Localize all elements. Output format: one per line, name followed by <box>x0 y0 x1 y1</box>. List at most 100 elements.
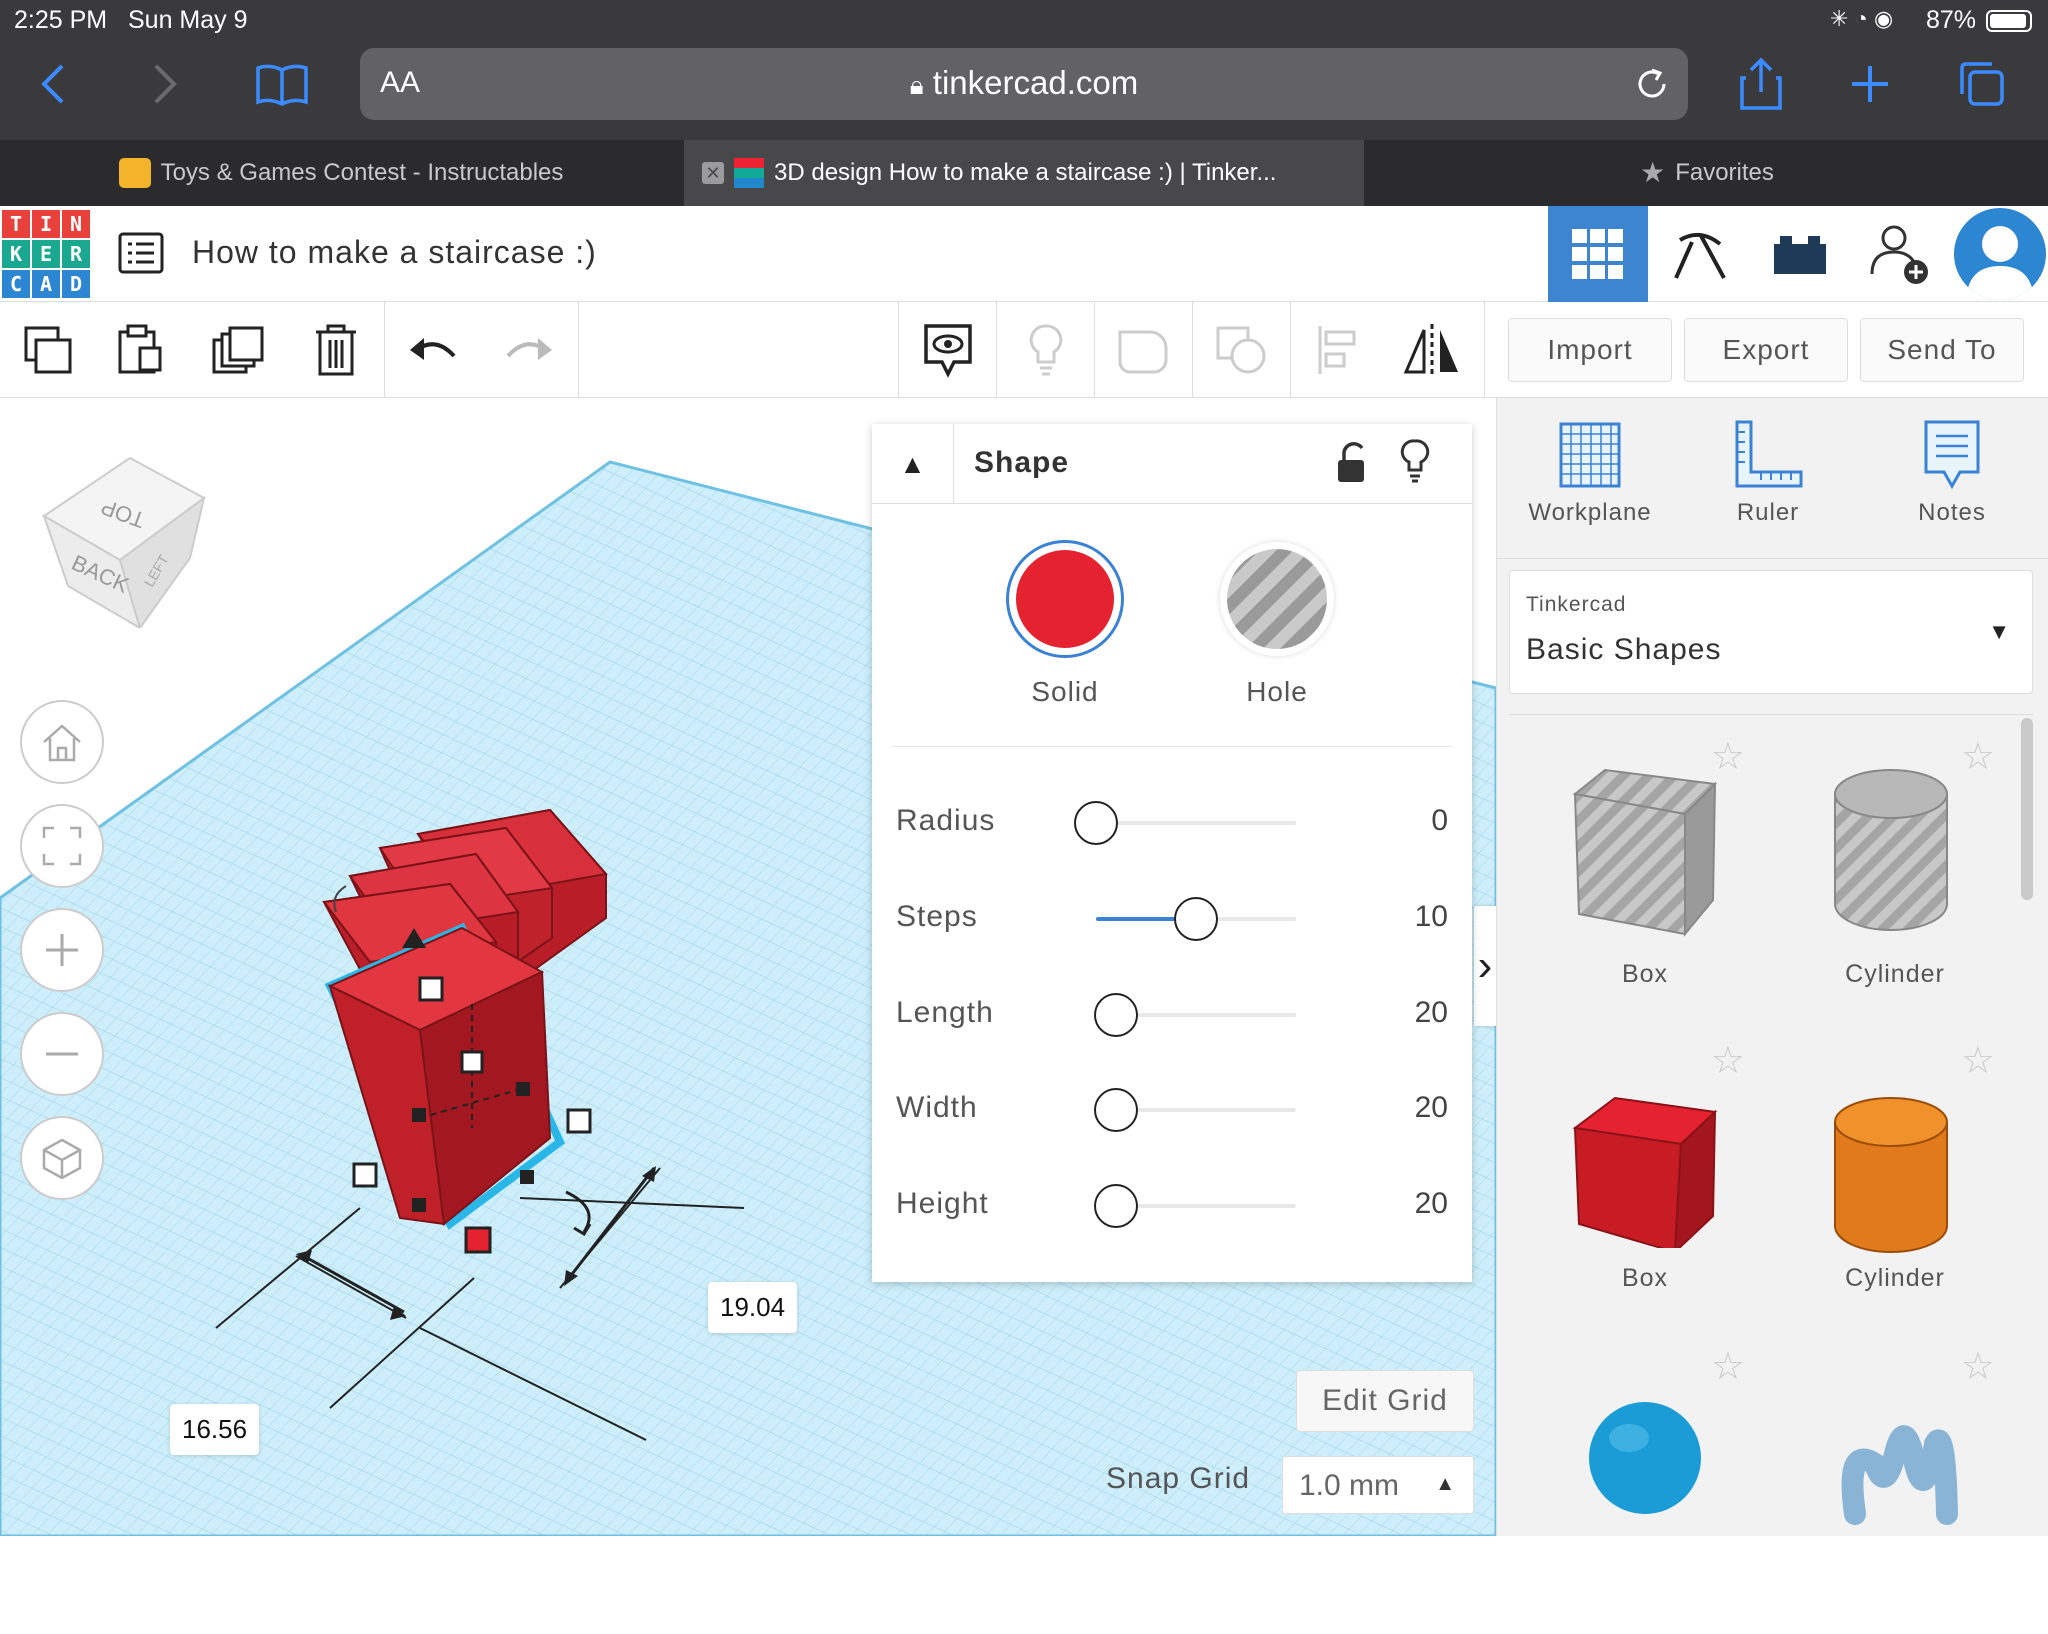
snap-grid-label: Snap Grid <box>1106 1462 1251 1495</box>
solid-toggle[interactable] <box>1006 540 1124 658</box>
3d-view-button[interactable] <box>1548 206 1648 302</box>
tab-favorites[interactable]: ★ Favorites <box>1366 140 2048 206</box>
workplane-icon <box>1559 422 1621 488</box>
shape-item-cylinder[interactable]: ☆ Cylinder <box>1775 1038 2015 1328</box>
param-value[interactable]: 20 <box>1368 1091 1448 1125</box>
bookmarks-icon[interactable] <box>254 62 310 108</box>
shape-item-box[interactable]: ☆ Box <box>1525 1038 1765 1328</box>
invite-user-button[interactable] <box>1850 206 1950 302</box>
mirror-icon <box>1403 324 1458 376</box>
scrollbar-thumb[interactable] <box>2021 718 2033 900</box>
ruler-tool[interactable]: Ruler <box>1693 418 1843 527</box>
fit-view-button[interactable] <box>20 804 104 888</box>
undo-button[interactable] <box>404 320 464 380</box>
library-select[interactable]: Tinkercad Basic Shapes ▼ <box>1509 570 2033 694</box>
undo-icon <box>410 338 456 360</box>
app-header: T I N K E R C A D How to make a staircas… <box>0 206 2048 302</box>
perspective-button[interactable] <box>20 1116 104 1200</box>
dimension-label-b[interactable]: 16.56 <box>170 1404 260 1455</box>
favorite-star-icon[interactable]: ☆ <box>1711 1344 1745 1389</box>
width-slider-knob[interactable] <box>1094 1088 1138 1132</box>
height-slider-knob[interactable] <box>1094 1184 1138 1228</box>
blocks-view-button[interactable] <box>1650 206 1750 302</box>
param-label: Radius <box>896 804 996 837</box>
align-button[interactable] <box>1308 320 1368 380</box>
share-icon[interactable] <box>1738 56 1784 112</box>
snap-grid-select[interactable]: 1.0 mm ▲ <box>1282 1456 1474 1514</box>
tab-tinkercad[interactable]: ✕ 3D design How to make a staircase :) |… <box>684 140 1364 206</box>
delete-button[interactable] <box>306 320 366 380</box>
tab-title: Favorites <box>1675 159 1774 186</box>
tinkercad-logo[interactable]: T I N K E R C A D <box>2 210 92 300</box>
avatar[interactable] <box>1954 208 2046 300</box>
shape-item-cylinder-hole[interactable]: ☆ Cylinder <box>1775 734 2015 1024</box>
design-title[interactable]: How to make a staircase :) <box>192 234 597 271</box>
param-value[interactable]: 20 <box>1368 1187 1448 1221</box>
hint-button[interactable] <box>1016 320 1076 380</box>
shape-panel-title: Shape <box>974 446 1070 479</box>
paste-button[interactable] <box>110 320 170 380</box>
sphere-icon <box>1589 1402 1701 1514</box>
tab-instructables[interactable]: Toys & Games Contest - Instructables <box>0 140 682 206</box>
favorite-star-icon[interactable]: ☆ <box>1961 734 1995 779</box>
workplane-tool[interactable]: Workplane <box>1515 418 1665 527</box>
dimension-label-a[interactable]: 19.04 <box>708 1282 798 1333</box>
length-slider-knob[interactable] <box>1094 993 1138 1037</box>
ungroup-button[interactable] <box>1212 320 1272 380</box>
unlock-icon[interactable] <box>1334 440 1368 486</box>
shape-item-sphere[interactable]: ☆ <box>1525 1344 1765 1634</box>
library-name: Basic Shapes <box>1526 633 1722 666</box>
param-value[interactable]: 10 <box>1368 900 1448 934</box>
zoom-in-button[interactable] <box>20 908 104 992</box>
duplicate-button[interactable] <box>208 320 268 380</box>
group-button[interactable] <box>1114 320 1174 380</box>
hole-toggle[interactable] <box>1220 542 1334 656</box>
show-all-button[interactable] <box>918 320 978 380</box>
tabs-overview-icon[interactable] <box>1956 60 2006 108</box>
tinkercad-favicon-icon <box>734 158 764 188</box>
forward-icon[interactable] <box>146 60 182 108</box>
favorite-star-icon[interactable]: ☆ <box>1961 1344 1995 1389</box>
cylinder-hole-icon <box>1834 769 1948 931</box>
param-row-radius: Radius 0 <box>896 792 1448 852</box>
favorite-star-icon[interactable]: ☆ <box>1961 1038 1995 1083</box>
export-button[interactable]: Export <box>1684 318 1848 382</box>
new-tab-icon[interactable] <box>1850 64 1890 104</box>
instructables-favicon-icon <box>118 158 151 188</box>
status-time: 2:25 PM <box>14 6 108 34</box>
import-button[interactable]: Import <box>1508 318 1672 382</box>
collapse-shape-panel-button[interactable]: ▲ <box>872 424 954 504</box>
scribble-icon <box>1841 1425 1958 1525</box>
duplicate-icon <box>212 326 264 374</box>
shape-item-scribble[interactable]: ☆ <box>1775 1344 2015 1634</box>
close-tab-icon[interactable]: ✕ <box>702 162 724 184</box>
copy-button[interactable] <box>18 320 78 380</box>
plus-icon <box>46 934 78 966</box>
notes-label: Notes <box>1918 499 1986 526</box>
param-row-steps: Steps 10 <box>896 888 1448 948</box>
param-value[interactable]: 20 <box>1368 996 1448 1030</box>
mirror-button[interactable] <box>1402 320 1462 380</box>
design-list-icon[interactable] <box>118 232 164 274</box>
tab-strip: Toys & Games Contest - Instructables ✕ 3… <box>0 140 2048 206</box>
bricks-view-button[interactable] <box>1750 206 1850 302</box>
redo-button[interactable] <box>498 320 558 380</box>
param-value[interactable]: 0 <box>1368 804 1448 838</box>
back-icon[interactable] <box>36 60 72 108</box>
home-icon <box>43 724 81 762</box>
radius-slider-knob[interactable] <box>1074 801 1118 845</box>
view-cube[interactable]: TOP BACK LEFT <box>40 438 210 628</box>
zoom-out-button[interactable] <box>20 1012 104 1096</box>
lightbulb-icon[interactable] <box>1400 438 1430 486</box>
collapse-panel-handle[interactable]: › <box>1474 906 1496 1026</box>
chevron-down-icon: ▼ <box>1988 619 2010 644</box>
send-to-button[interactable]: Send To <box>1860 318 2024 382</box>
home-view-button[interactable] <box>20 700 104 784</box>
steps-slider-knob[interactable] <box>1174 897 1218 941</box>
shape-item-box-hole[interactable]: ☆ Box <box>1525 734 1765 1024</box>
address-bar[interactable]: AA 🔒︎ tinkercad.com <box>360 48 1688 120</box>
reload-icon[interactable] <box>1634 66 1670 102</box>
notes-tool[interactable]: Notes <box>1877 418 2027 527</box>
edit-grid-button[interactable]: Edit Grid <box>1296 1370 1474 1432</box>
cube-outline-icon <box>42 1138 82 1180</box>
